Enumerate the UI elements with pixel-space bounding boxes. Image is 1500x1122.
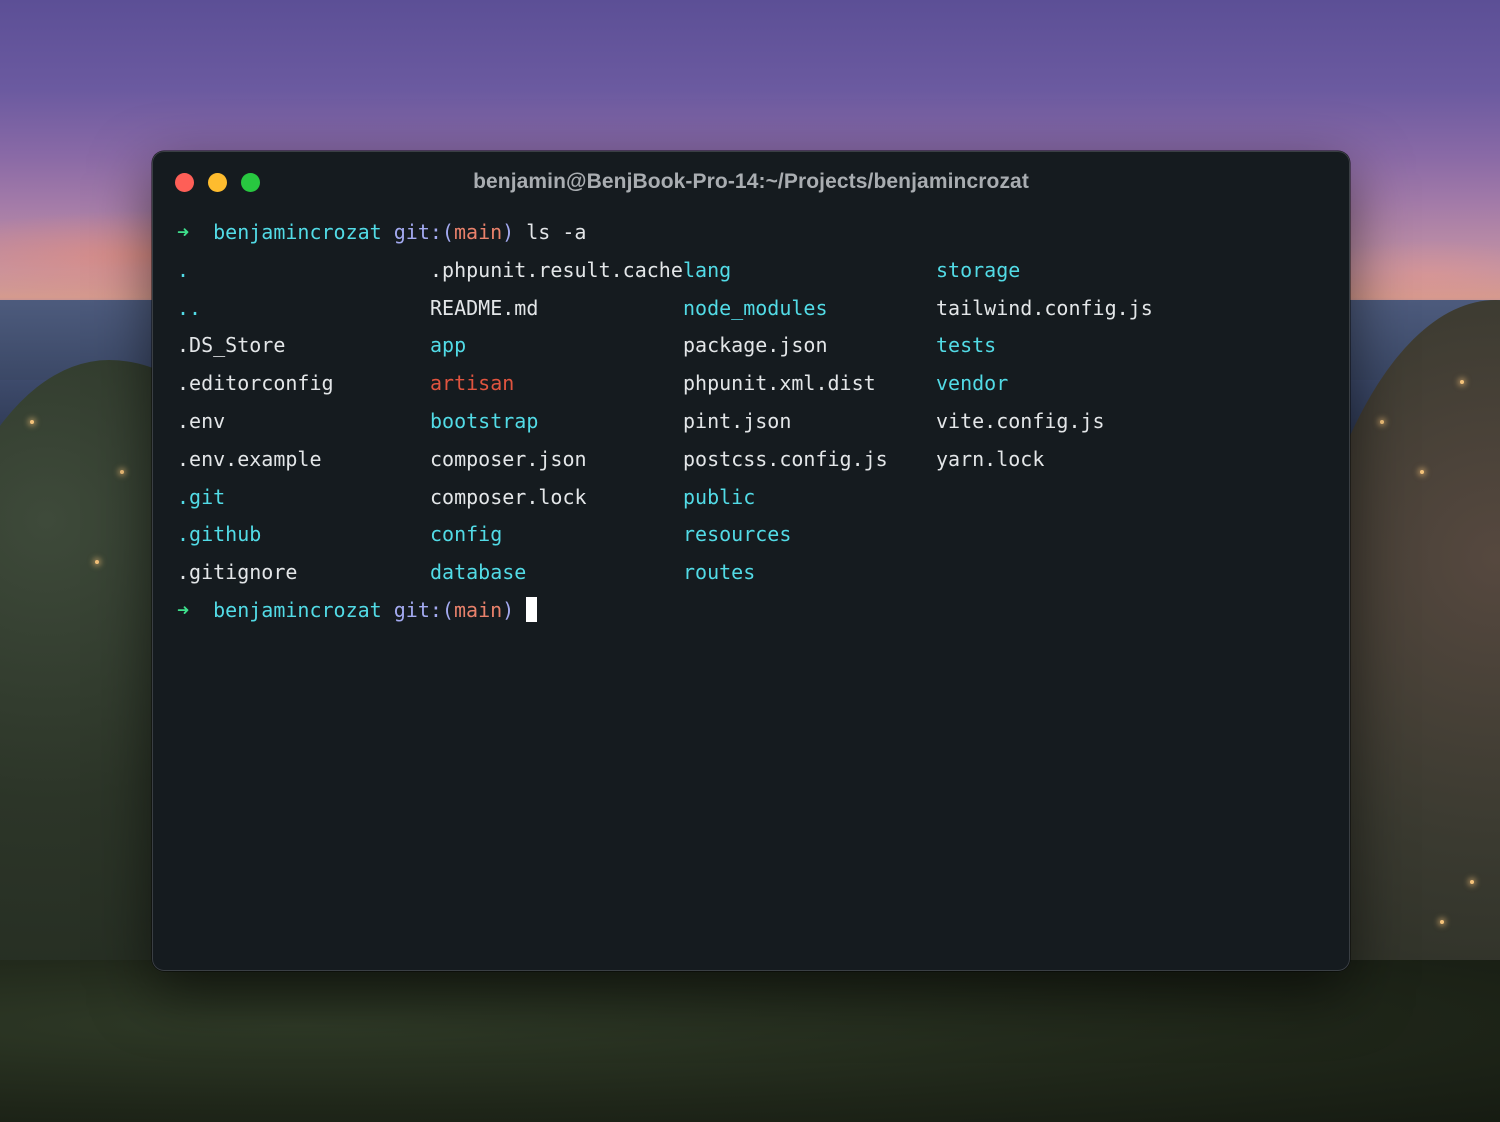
listing-row: .editorconfig artisan phpunit.xml.dist vend… [177, 365, 1329, 403]
directory-entry: .github [177, 522, 262, 547]
command-text: ls -a [526, 220, 587, 244]
listing-row: .DS_Store app package.json tests [177, 327, 1329, 365]
listing-row: .github config resources [177, 516, 1329, 554]
town-light [30, 420, 34, 424]
executable-entry: artisan [430, 371, 515, 396]
directory-entry: bootstrap [430, 408, 539, 433]
directory-entry: routes [683, 560, 756, 585]
town-light [1380, 420, 1384, 424]
text-cursor[interactable] [526, 596, 538, 622]
prompt-branch: main [453, 220, 503, 244]
prompt-arrow-icon: ➜ [177, 597, 190, 622]
foreground-vegetation [0, 960, 1500, 1122]
directory-entry: storage [936, 257, 1021, 282]
prompt-git-close: ) [502, 597, 515, 622]
directory-entry: public [683, 484, 756, 509]
prompt-directory: benjamincrozat [213, 220, 382, 244]
flower-highlight [1470, 880, 1474, 884]
town-light [1420, 470, 1424, 474]
prompt-git-close: ) [502, 220, 515, 244]
directory-entry: vendor [936, 371, 1009, 396]
active-prompt-line[interactable]: ➜ benjamincrozat git:(main) [177, 592, 1329, 630]
file-entry: .DS_Store [177, 333, 286, 358]
terminal-content[interactable]: ➜ benjamincrozat git:(main) ls -a . .phpu… [177, 214, 1329, 960]
directory-entry: . [177, 257, 190, 282]
listing-row: .gitignore database routes [177, 554, 1329, 592]
file-entry: tailwind.config.js [936, 295, 1153, 320]
directory-entry: resources [683, 522, 792, 547]
town-light [120, 470, 124, 474]
listing-row: .git composer.lock public [177, 479, 1329, 517]
listing-row: . .phpunit.result.cache lang storage [177, 252, 1329, 290]
town-light [95, 560, 99, 564]
title-bar[interactable]: benjamin@BenjBook-Pro-14:~/Projects/benj… [153, 152, 1349, 210]
directory-entry: tests [936, 333, 997, 358]
prompt-git-label: git:( [393, 597, 454, 622]
directory-entry: .git [177, 484, 226, 509]
directory-entry: node_modules [683, 295, 828, 320]
listing-row: .env.example composer.json postcss.config.… [177, 441, 1329, 479]
prompt-branch: main [453, 597, 503, 622]
file-entry: .env [177, 408, 226, 433]
town-light [1460, 380, 1464, 384]
listing-row: .env bootstrap pint.json vite.config.js [177, 403, 1329, 441]
directory-entry: lang [683, 257, 732, 282]
file-entry: vite.config.js [936, 408, 1105, 433]
command-line: ➜ benjamincrozat git:(main) ls -a [177, 214, 1329, 252]
file-entry: .editorconfig [177, 371, 334, 396]
prompt-directory: benjamincrozat [213, 597, 382, 622]
file-entry: README.md [430, 295, 539, 320]
window-title: benjamin@BenjBook-Pro-14:~/Projects/benj… [473, 170, 1029, 193]
file-entry: postcss.config.js [683, 446, 888, 471]
listing-row: .. README.md node_modules tailwind.config.j… [177, 290, 1329, 328]
prompt-arrow-icon: ➜ [177, 220, 190, 244]
terminal-window[interactable]: benjamin@BenjBook-Pro-14:~/Projects/benj… [152, 151, 1350, 971]
file-entry: .gitignore [177, 560, 298, 585]
directory-entry: app [430, 333, 467, 358]
flower-highlight [1440, 920, 1444, 924]
file-entry: phpunit.xml.dist [683, 371, 876, 396]
file-entry: composer.json [430, 446, 587, 471]
ls-output: . .phpunit.result.cache lang storage.. READM… [177, 252, 1329, 592]
file-entry: pint.json [683, 408, 792, 433]
file-entry: composer.lock [430, 484, 587, 509]
directory-entry: config [430, 522, 503, 547]
file-entry: .env.example [177, 446, 322, 471]
file-entry: yarn.lock [936, 446, 1045, 471]
directory-entry: database [430, 560, 527, 585]
file-entry: package.json [683, 333, 828, 358]
directory-entry: .. [177, 295, 202, 320]
prompt-git-label: git:( [393, 220, 454, 244]
file-entry: .phpunit.result.cache [430, 257, 683, 282]
